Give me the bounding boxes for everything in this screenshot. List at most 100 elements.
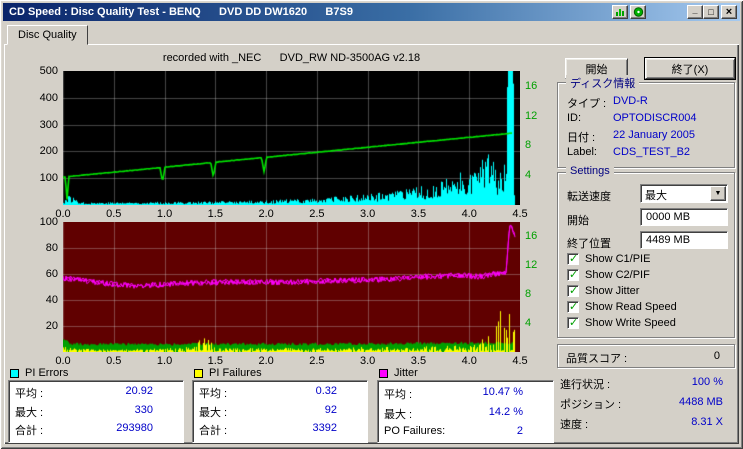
stat-row: 平均 : 10.47 %	[384, 386, 547, 402]
minimize-icon: _	[692, 5, 697, 16]
jitter-chart	[63, 222, 520, 352]
avg-value: 0.32	[316, 385, 361, 401]
disc-label-label: Label:	[567, 146, 597, 158]
disc-info-group: ディスク情報 タイプ : DVD-R ID: OPTODISCR004 日付 :…	[557, 82, 735, 168]
exit-button[interactable]: 終了(X)	[645, 58, 735, 79]
disc-type-label: タイプ :	[567, 95, 606, 111]
jitter-color-swatch	[379, 369, 388, 378]
max-value: 92	[325, 404, 361, 420]
chart-header: recorded with _NEC DVD_RW ND-3500AG v2.1…	[63, 52, 520, 64]
checkbox-show-write-speed-label: Show Write Speed	[585, 317, 676, 329]
speed-select-value: 最大	[645, 187, 667, 203]
checkbox-show-c2-pif-label: Show C2/PIF	[585, 269, 650, 281]
max-value: 14.2 %	[489, 406, 547, 422]
minimize-button[interactable]: _	[687, 5, 703, 19]
checkbox-show-jitter[interactable]: ✓	[567, 285, 579, 297]
check-icon: ✓	[569, 300, 578, 313]
jitter-title: Jitter	[394, 367, 418, 379]
capture-icon[interactable]	[612, 5, 628, 19]
max-label: 最大 :	[15, 404, 43, 420]
save-image-icon[interactable]	[630, 5, 646, 19]
transfer-speed-label: 転送速度	[567, 188, 611, 204]
checkbox-show-c1-pie[interactable]: ✓	[567, 253, 579, 265]
settings-group: Settings 転送速度 最大 ▼ 開始 0000 MB 終了位置 4489 …	[557, 172, 735, 338]
pi-failures-stats-box: 平均 : 0.32 最大 : 92 合計 : 3392	[192, 380, 368, 443]
disc-type-value: DVD-R	[613, 95, 648, 107]
tab-disc-quality[interactable]: Disc Quality	[7, 25, 88, 45]
disc-info-group-title: ディスク情報	[566, 75, 639, 91]
pi-errors-stats-box: 平均 : 20.92 最大 : 330 合計 : 293980	[8, 380, 184, 443]
disc-id-value: OPTODISCR004	[613, 112, 697, 124]
end-position-label: 終了位置	[567, 235, 611, 251]
disc-date-value: 22 January 2005	[613, 129, 695, 141]
po-failures-value: 2	[517, 425, 547, 437]
quality-score-value: 0	[714, 350, 720, 362]
total-value: 293980	[116, 422, 177, 438]
avg-label: 平均 :	[384, 386, 412, 402]
checkbox-show-c1-pie-label: Show C1/PIE	[585, 253, 650, 265]
quality-score-label: 品質スコア :	[566, 350, 627, 366]
disc-date-label: 日付 :	[567, 129, 595, 145]
speed-label: 速度 :	[560, 416, 588, 432]
max-label: 最大 :	[199, 404, 227, 420]
disc-id-label: ID:	[567, 112, 581, 124]
start-position-field[interactable]: 0000 MB	[640, 208, 728, 226]
max-label: 最大 :	[384, 406, 412, 422]
stat-row: 最大 : 92	[199, 404, 361, 420]
check-icon: ✓	[569, 268, 578, 281]
check-icon: ✓	[569, 252, 578, 265]
close-button[interactable]: ×	[721, 5, 737, 19]
total-label: 合計 :	[199, 422, 227, 438]
window-title: CD Speed : Disc Quality Test - BENQ DVD …	[3, 6, 353, 18]
check-icon: ✓	[569, 284, 578, 297]
quality-score-box: 品質スコア : 0	[557, 344, 735, 368]
tab-label: Disc Quality	[18, 29, 77, 41]
stat-row: 平均 : 20.92	[15, 385, 177, 401]
checkbox-show-read-speed-label: Show Read Speed	[585, 301, 677, 313]
disc-icon	[633, 7, 644, 17]
checkbox-show-read-speed[interactable]: ✓	[567, 301, 579, 313]
speed-select[interactable]: 最大 ▼	[640, 184, 728, 203]
position-label: ポジション :	[560, 396, 621, 412]
pi-failures-color-swatch	[194, 369, 203, 378]
stat-row: 合計 : 3392	[199, 422, 361, 438]
avg-label: 平均 :	[15, 385, 43, 401]
position-value: 4488 MB	[613, 396, 723, 408]
stat-row: 最大 : 330	[15, 404, 177, 420]
jitter-legend: Jitter	[379, 367, 418, 379]
pi-errors-color-swatch	[10, 369, 19, 378]
pi-failures-title: PI Failures	[209, 367, 262, 379]
settings-group-title: Settings	[566, 165, 614, 177]
close-icon: ×	[726, 7, 732, 18]
jitter-stats-box: 平均 : 10.47 % 最大 : 14.2 % PO Failures: 2	[377, 380, 554, 443]
start-position-label: 開始	[567, 212, 589, 228]
pi-failures-legend: PI Failures	[194, 367, 262, 379]
chevron-glyph: ▼	[715, 190, 722, 197]
maximize-button[interactable]: □	[703, 5, 719, 19]
total-value: 3392	[313, 422, 361, 438]
max-value: 330	[135, 404, 177, 420]
avg-value: 10.47 %	[483, 386, 547, 402]
progress-label: 進行状況 :	[560, 376, 610, 392]
checkbox-show-jitter-label: Show Jitter	[585, 285, 639, 297]
check-icon: ✓	[569, 316, 578, 329]
disc-label-value: CDS_TEST_B2	[613, 146, 690, 158]
stat-row: 平均 : 0.32	[199, 385, 361, 401]
pi-errors-title: PI Errors	[25, 367, 68, 379]
chevron-down-icon[interactable]: ▼	[710, 186, 726, 201]
po-failures-label: PO Failures:	[384, 425, 445, 437]
end-position-value: 4489 MB	[646, 234, 690, 246]
pi-errors-chart	[63, 71, 520, 205]
checkbox-show-c2-pif[interactable]: ✓	[567, 269, 579, 281]
avg-value: 20.92	[125, 385, 177, 401]
maximize-icon: □	[708, 7, 713, 18]
total-label: 合計 :	[15, 422, 43, 438]
avg-label: 平均 :	[199, 385, 227, 401]
end-position-field[interactable]: 4489 MB	[640, 231, 728, 249]
speed-value: 8.31 X	[613, 416, 723, 428]
app-window: CD Speed : Disc Quality Test - BENQ DVD …	[0, 0, 743, 449]
bar-chart-icon	[615, 7, 626, 17]
checkbox-show-write-speed[interactable]: ✓	[567, 317, 579, 329]
stat-row: 最大 : 14.2 %	[384, 406, 547, 422]
stat-row: 合計 : 293980	[15, 422, 177, 438]
